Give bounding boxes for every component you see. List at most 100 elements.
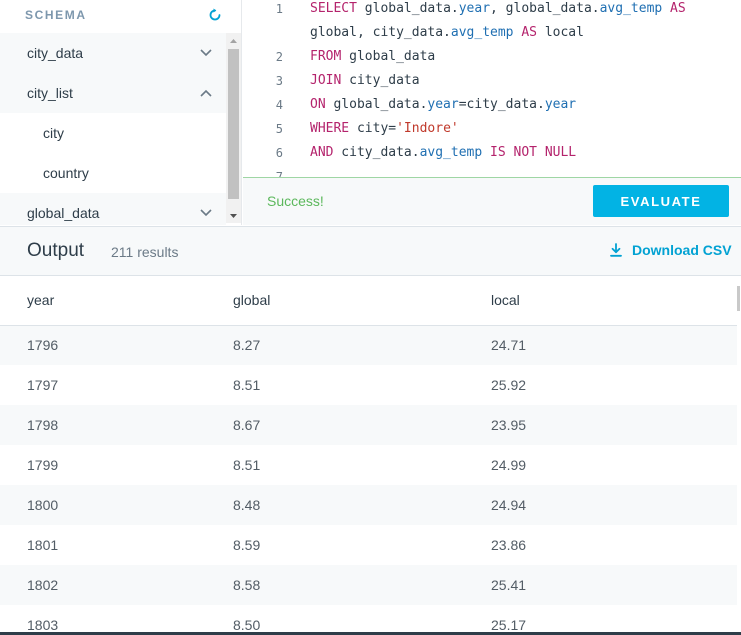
code-token: avg_temp bbox=[599, 1, 663, 16]
cell-year: 1803 bbox=[27, 617, 59, 633]
code-text: ON global_data.year=city_data.year bbox=[310, 93, 576, 117]
chevron-down-icon[interactable] bbox=[198, 205, 214, 221]
code-token: AS bbox=[662, 1, 686, 16]
schema-item-label: country bbox=[43, 165, 89, 181]
table-row: 1801 8.59 23.86 bbox=[0, 525, 737, 565]
status-bar: Success! EVALUATE bbox=[243, 177, 741, 225]
code-text: AND city_data.avg_temp IS NOT NULL bbox=[310, 141, 576, 165]
cell-global: 8.27 bbox=[233, 325, 491, 365]
cell-local: 24.99 bbox=[491, 457, 527, 473]
schema-table-city-data[interactable]: city_data bbox=[0, 33, 226, 73]
code-text: FROM global_data bbox=[310, 45, 435, 69]
cell-year: 1801 bbox=[27, 537, 59, 553]
cell-year: 1802 bbox=[0, 565, 233, 605]
cell-global: 8.59 bbox=[233, 537, 261, 553]
results-body: 1796 8.27 24.71 1797 8.51 25.92 1798 8.67 23.95 1… bbox=[0, 325, 737, 635]
cell-year: 1796 bbox=[0, 325, 233, 365]
schema-header: SCHEMA bbox=[0, 0, 241, 30]
code-token: year bbox=[458, 1, 491, 16]
scroll-thumb[interactable] bbox=[228, 49, 239, 199]
results-panel: year global local 1796 8.27 24.71 1797 8.51 2… bbox=[0, 276, 737, 635]
output-title: Output bbox=[27, 240, 85, 261]
column-header-year: year bbox=[0, 276, 233, 326]
code-token: global_data bbox=[341, 49, 436, 64]
code-token: ON bbox=[310, 97, 326, 112]
line-number: 4 bbox=[275, 98, 283, 112]
schema-item-label: city_data bbox=[27, 45, 84, 61]
cell-local: 24.71 bbox=[491, 325, 737, 365]
schema-column-city[interactable]: city bbox=[0, 113, 226, 153]
cell-local: 25.92 bbox=[491, 377, 527, 393]
results-scroll-thumb[interactable] bbox=[737, 286, 740, 311]
results-scrollbar[interactable] bbox=[737, 276, 741, 635]
code-token: local bbox=[537, 25, 584, 40]
code-token: WHERE bbox=[310, 121, 350, 136]
results-count: 211 results bbox=[111, 244, 179, 260]
schema-list: city_data city_listcity country global_data bbox=[0, 33, 226, 225]
code-text: JOIN city_data bbox=[310, 69, 420, 93]
cell-year: 1798 bbox=[0, 405, 233, 445]
cell-global: 8.67 bbox=[233, 405, 491, 445]
scroll-up-arrow-icon[interactable] bbox=[226, 33, 241, 48]
cell-year: 1799 bbox=[27, 457, 59, 473]
code-token: avg_temp bbox=[419, 145, 483, 160]
table-row: 1803 8.50 25.17 bbox=[0, 605, 737, 635]
code-token: =city_data. bbox=[458, 97, 545, 112]
table-row: 1797 8.51 25.92 bbox=[0, 365, 737, 405]
sql-editor[interactable]: 1 SELECT global_data.year, global_data.av… bbox=[243, 0, 741, 178]
schema-item-label: city bbox=[43, 125, 64, 141]
cell-local: 25.17 bbox=[491, 617, 527, 633]
code-line[interactable]: 4 ON global_data.year=city_data.year bbox=[243, 93, 741, 117]
table-row: 1799 8.51 24.99 bbox=[0, 445, 737, 485]
code-token: JOIN bbox=[310, 73, 342, 88]
code-line[interactable]: global, city_data.avg_temp AS local bbox=[243, 21, 741, 45]
line-number: 3 bbox=[275, 74, 283, 88]
code-line[interactable]: 6 AND city_data.avg_temp IS NOT NULL bbox=[243, 141, 741, 165]
schema-title: SCHEMA bbox=[25, 8, 87, 22]
cell-global: 8.51 bbox=[233, 377, 261, 393]
cell-global: 8.48 bbox=[233, 485, 491, 525]
line-number: 5 bbox=[275, 122, 283, 136]
cell-local: 25.41 bbox=[491, 565, 737, 605]
schema-table-global-data[interactable]: global_data bbox=[0, 193, 226, 225]
code-token: FROM bbox=[310, 49, 342, 64]
download-icon bbox=[608, 242, 624, 258]
table-row: 1796 8.27 24.71 bbox=[0, 325, 737, 365]
schema-item-label: city_list bbox=[27, 85, 73, 101]
evaluate-button[interactable]: EVALUATE bbox=[593, 185, 729, 217]
cell-global: 8.58 bbox=[233, 565, 491, 605]
refresh-icon[interactable] bbox=[207, 7, 223, 23]
output-header: Output 211 results Download CSV bbox=[0, 226, 741, 276]
code-line[interactable]: 1 SELECT global_data.year, global_data.av… bbox=[243, 0, 741, 21]
schema-column-country[interactable]: country bbox=[0, 153, 226, 193]
code-token: city_data. bbox=[333, 145, 420, 160]
schema-scrollbar[interactable] bbox=[226, 33, 241, 223]
code-line[interactable]: 2 FROM global_data bbox=[243, 45, 741, 69]
code-text: WHERE city='Indore' bbox=[310, 117, 459, 141]
table-row: 1802 8.58 25.41 bbox=[0, 565, 737, 605]
table-row: 1800 8.48 24.94 bbox=[0, 485, 737, 525]
cell-global: 8.51 bbox=[233, 457, 261, 473]
code-token: , global_data. bbox=[490, 1, 600, 16]
results-table: year global local 1796 8.27 24.71 1797 8.51 2… bbox=[0, 276, 737, 635]
code-line[interactable]: 3 JOIN city_data bbox=[243, 69, 741, 93]
code-token: AND bbox=[310, 145, 334, 160]
code-text: SELECT global_data.year, global_data.avg… bbox=[310, 0, 686, 21]
code-line[interactable]: 5 WHERE city='Indore' bbox=[243, 117, 741, 141]
results-header-row: year global local bbox=[0, 276, 737, 326]
cell-local: 23.95 bbox=[491, 405, 737, 445]
cell-local: 24.94 bbox=[491, 485, 737, 525]
code-token: avg_temp bbox=[450, 25, 514, 40]
code-token: city_data bbox=[341, 73, 420, 88]
code-token: year bbox=[544, 97, 577, 112]
schema-table-city-list[interactable]: city_list bbox=[0, 73, 226, 113]
code-token: year bbox=[427, 97, 459, 112]
scroll-down-arrow-icon[interactable] bbox=[226, 208, 241, 223]
chevron-up-icon[interactable] bbox=[198, 85, 214, 101]
code-token: SELECT bbox=[310, 1, 365, 16]
download-csv-link[interactable]: Download CSV bbox=[608, 242, 732, 258]
cell-local: 23.86 bbox=[491, 537, 527, 553]
line-number: 2 bbox=[275, 50, 283, 64]
chevron-down-icon[interactable] bbox=[198, 45, 214, 61]
cell-year: 1797 bbox=[27, 377, 59, 393]
